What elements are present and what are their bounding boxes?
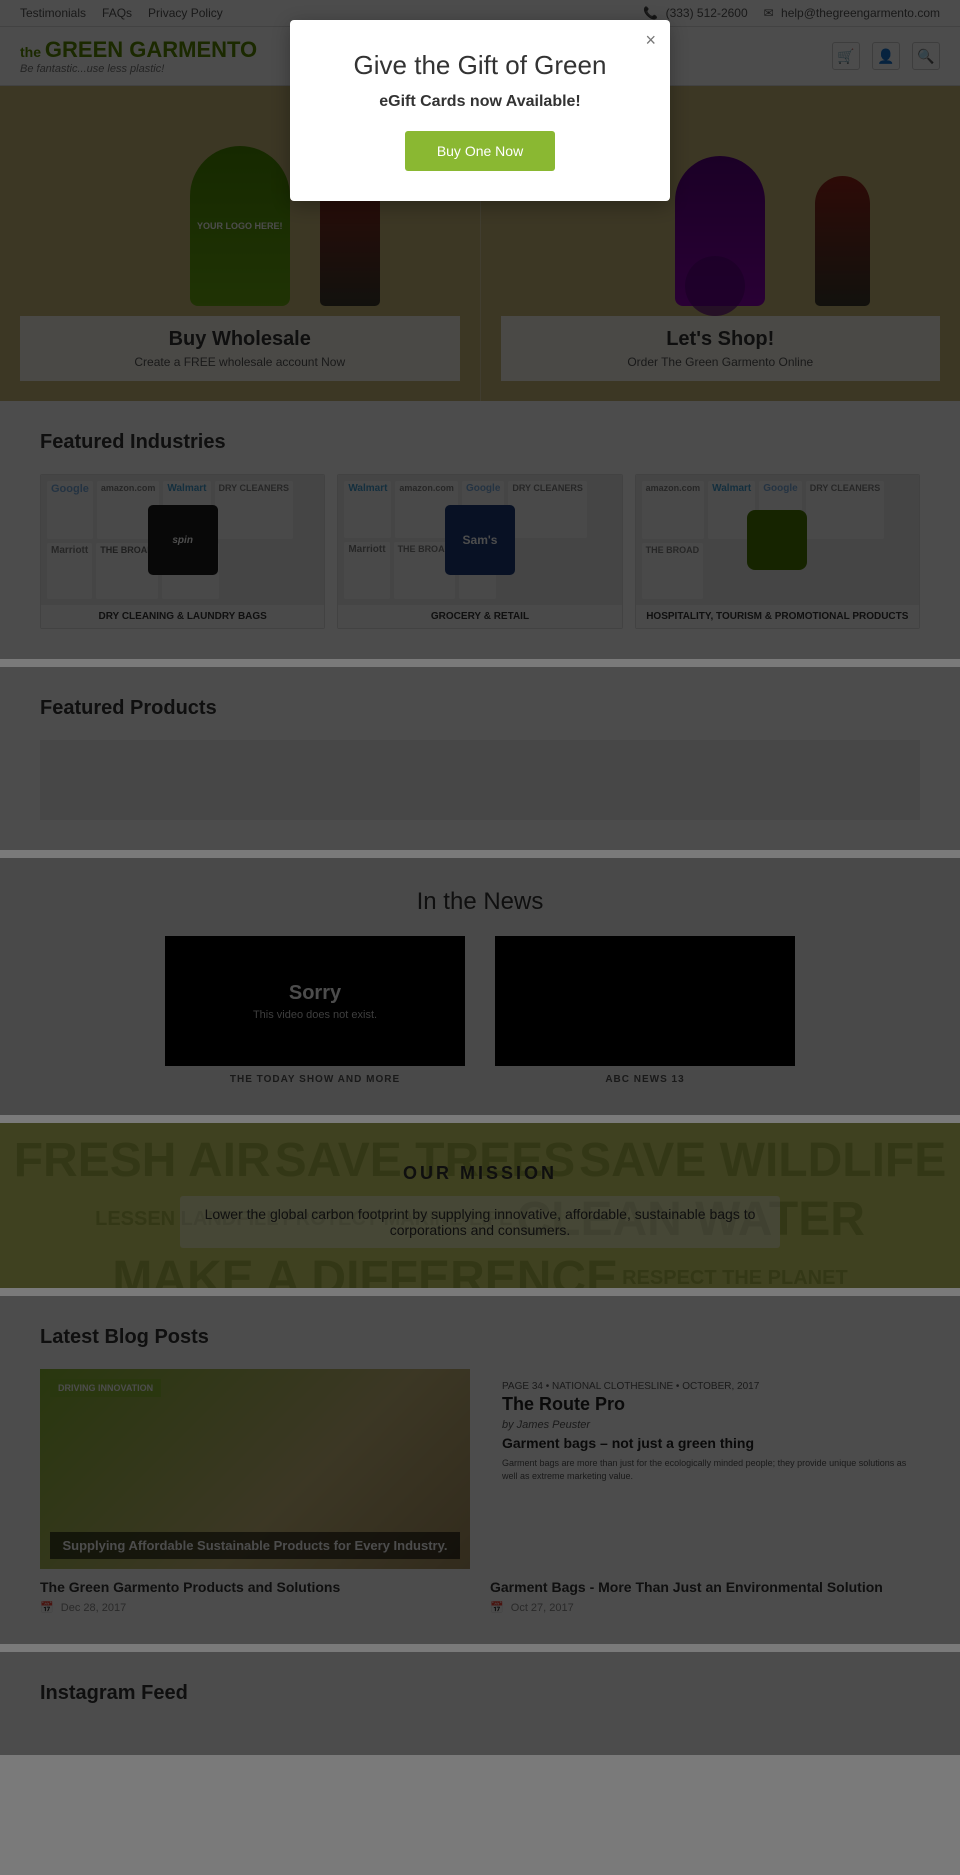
modal-title: Give the Gift of Green [320,50,640,81]
buy-now-button[interactable]: Buy One Now [405,131,555,171]
modal-overlay: × Give the Gift of Green eGift Cards now… [0,0,960,1875]
gift-modal: × Give the Gift of Green eGift Cards now… [290,20,670,201]
modal-subtitle: eGift Cards now Available! [320,93,640,111]
modal-close-button[interactable]: × [645,30,656,51]
